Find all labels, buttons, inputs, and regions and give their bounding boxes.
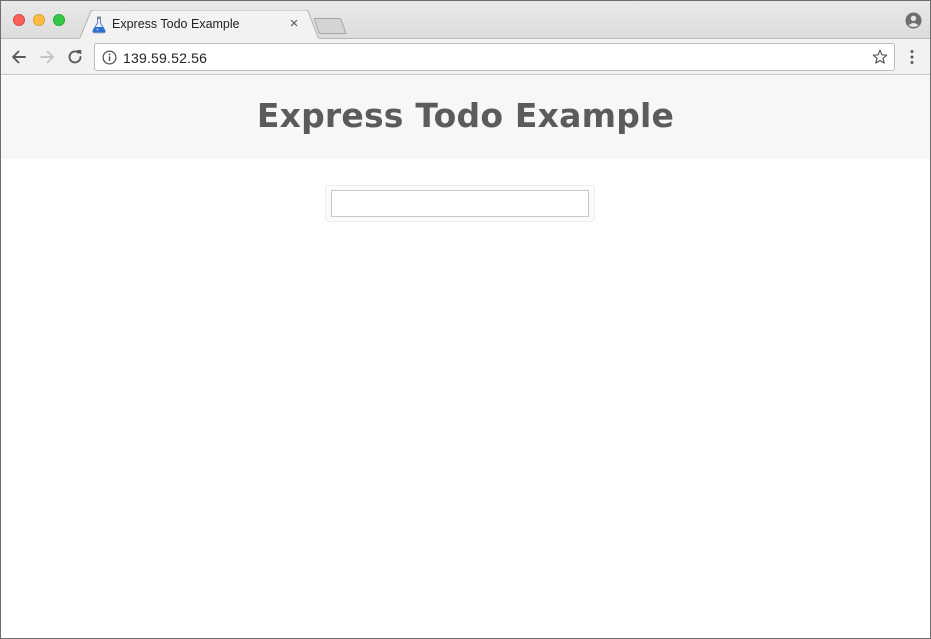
page-header: Express Todo Example xyxy=(1,76,930,159)
tab-strip: Express Todo Example × xyxy=(1,1,930,40)
address-bar[interactable]: 139.59.52.56 xyxy=(94,43,895,71)
url-text[interactable]: 139.59.52.56 xyxy=(123,50,207,66)
tab-express-todo[interactable]: Express Todo Example × xyxy=(79,10,319,40)
window-maximize-button[interactable] xyxy=(53,14,65,26)
profile-icon[interactable] xyxy=(905,12,922,29)
browser-toolbar: 139.59.52.56 xyxy=(1,39,930,75)
tab-close-icon[interactable]: × xyxy=(287,16,301,31)
window-close-button[interactable] xyxy=(13,14,25,26)
page-title: Express Todo Example xyxy=(256,96,675,135)
browser-window: Express Todo Example × 139.59.52.56 Expr… xyxy=(0,0,931,639)
info-icon[interactable] xyxy=(102,50,117,65)
todo-input[interactable] xyxy=(331,190,589,217)
reload-icon[interactable] xyxy=(65,47,85,67)
window-minimize-button[interactable] xyxy=(33,14,45,26)
todo-form xyxy=(325,185,595,222)
arrow-right-icon[interactable] xyxy=(37,47,57,67)
arrow-left-icon[interactable] xyxy=(9,47,29,67)
new-tab-button[interactable] xyxy=(313,17,347,35)
star-icon[interactable] xyxy=(872,49,888,65)
kebab-menu-icon[interactable] xyxy=(906,48,918,66)
tab-title: Express Todo Example xyxy=(112,17,240,31)
flask-icon xyxy=(92,16,106,34)
